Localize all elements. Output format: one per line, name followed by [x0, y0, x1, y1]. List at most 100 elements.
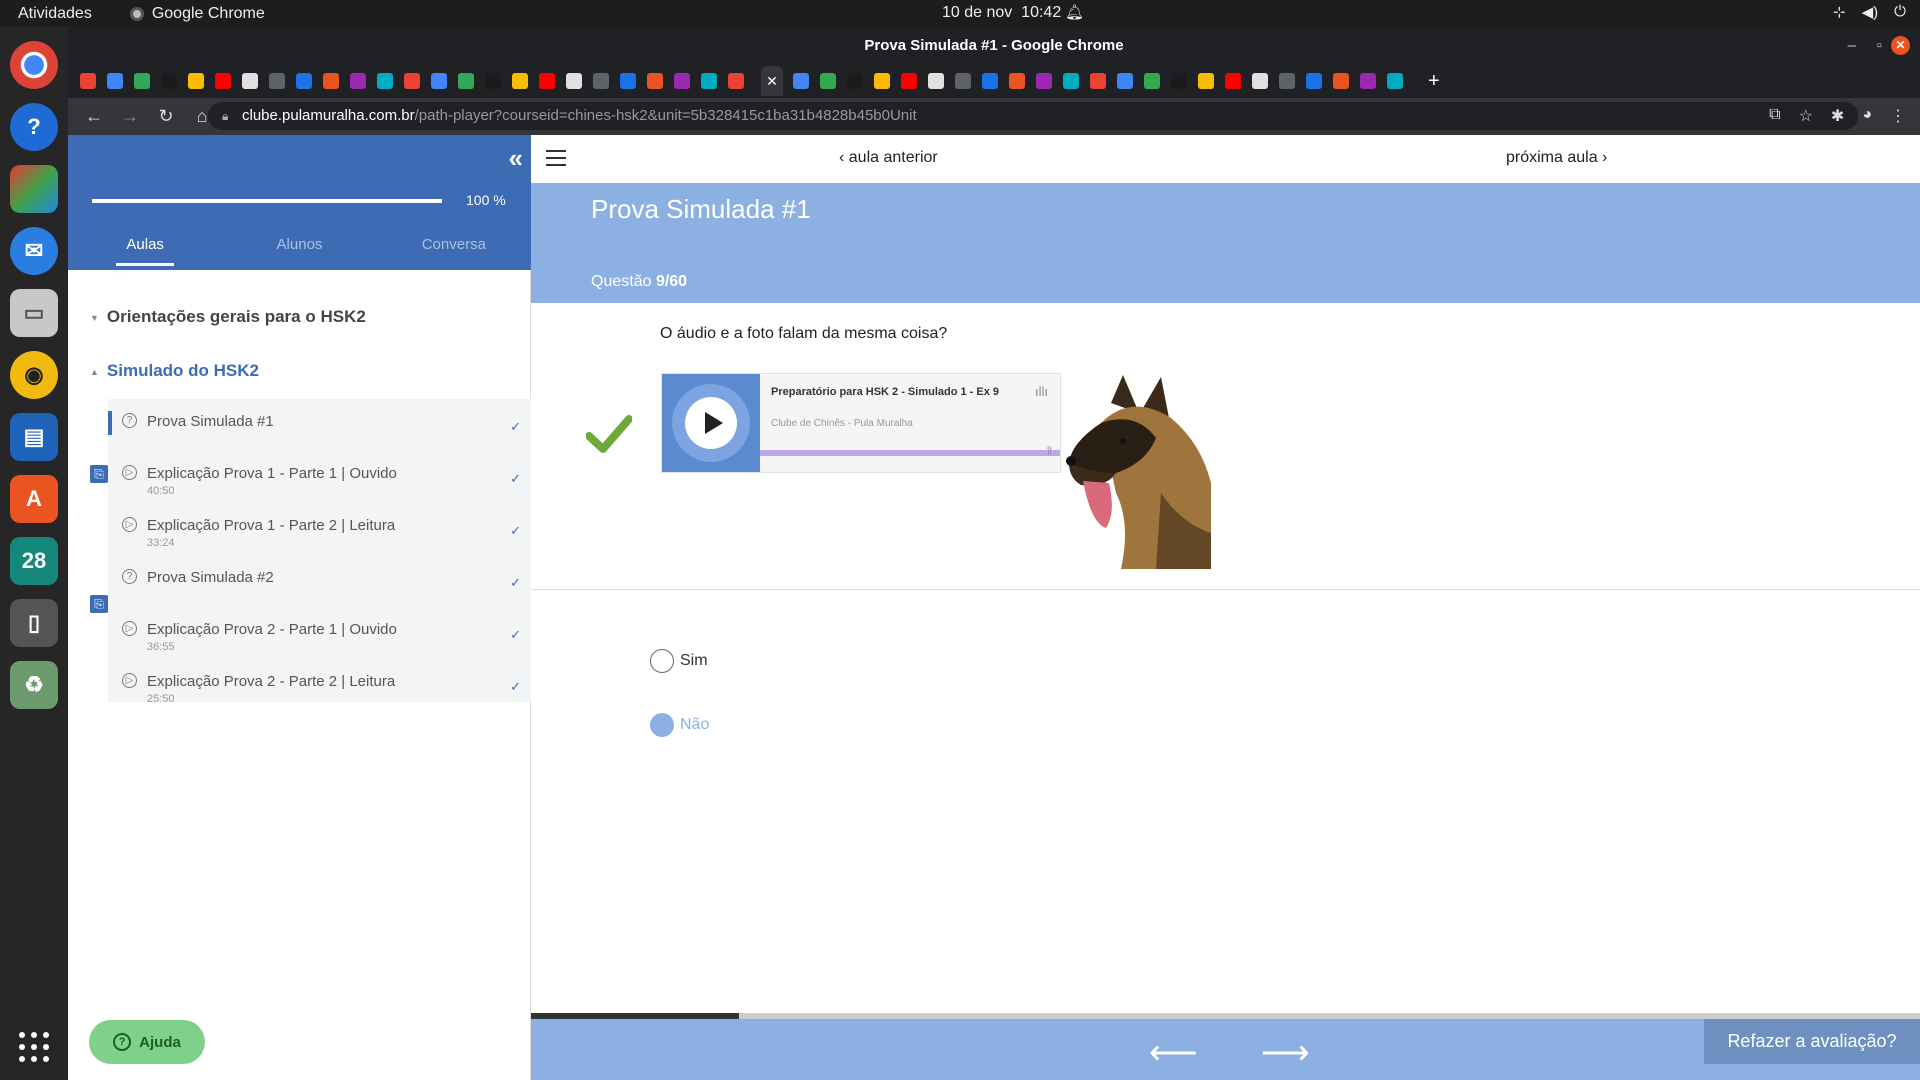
tab-favicon-icon[interactable]	[1306, 73, 1322, 89]
tab-favicon-icon[interactable]	[1117, 73, 1133, 89]
arrow-right-icon[interactable]: ⟶	[1261, 1033, 1310, 1073]
tab-favicon-icon[interactable]	[242, 73, 258, 89]
reload-icon[interactable]: ↻	[156, 106, 176, 127]
tab-favicon-icon[interactable]	[647, 73, 663, 89]
tab-favicon-icon[interactable]	[215, 73, 231, 89]
writer-icon[interactable]: ▤	[10, 413, 58, 461]
tab-favicon-icon[interactable]	[485, 73, 501, 89]
software-center-icon[interactable]: A	[10, 475, 58, 523]
menu-kebab-icon[interactable]: ⋮	[1890, 106, 1906, 126]
active-tab-close-icon[interactable]: ✕	[761, 66, 783, 96]
tab-favicon-icon[interactable]	[847, 73, 863, 89]
activities-button[interactable]: Atividades	[18, 5, 92, 23]
translate-icon[interactable]: ⧉	[1769, 106, 1780, 126]
show-apps-icon[interactable]	[19, 1032, 49, 1062]
tab-favicon-icon[interactable]	[161, 73, 177, 89]
tab-favicon-icon[interactable]	[296, 73, 312, 89]
menu-icon[interactable]	[546, 150, 566, 166]
section-simulado[interactable]: ▲ Simulado do HSK2	[90, 361, 259, 381]
bookmark-star-icon[interactable]: ☆	[1799, 106, 1813, 126]
device-icon[interactable]: ▯	[10, 599, 58, 647]
profile-avatar[interactable]: ◕	[1862, 106, 1872, 126]
tab-favicon-icon[interactable]	[188, 73, 204, 89]
cube-app-icon[interactable]	[10, 165, 58, 213]
tab-favicon-icon[interactable]	[793, 73, 809, 89]
waveform[interactable]	[760, 446, 1060, 456]
app-menu[interactable]: Google Chrome	[129, 5, 265, 23]
trash-icon[interactable]: ♻	[10, 661, 58, 709]
redo-quiz-button[interactable]: Refazer a avaliação?	[1704, 1019, 1920, 1064]
tab-favicon-icon[interactable]	[1171, 73, 1187, 89]
maximize-icon[interactable]: ▫	[1877, 27, 1882, 64]
minimize-icon[interactable]: –	[1848, 27, 1856, 64]
tab-favicon-icon[interactable]	[1387, 73, 1403, 89]
tab-favicon-icon[interactable]	[1009, 73, 1025, 89]
tab-favicon-icon[interactable]	[1333, 73, 1349, 89]
radio-button-selected[interactable]	[650, 713, 674, 737]
tab-favicon-icon[interactable]	[350, 73, 366, 89]
clock[interactable]: 10 de nov 10:42	[942, 4, 1061, 22]
tab-favicon-icon[interactable]	[269, 73, 285, 89]
calendar-icon[interactable]: 28	[10, 537, 58, 585]
tab-favicon-icon[interactable]	[323, 73, 339, 89]
audio-title[interactable]: Preparatório para HSK 2 - Simulado 1 - E…	[771, 386, 999, 398]
tab-favicon-icon[interactable]	[620, 73, 636, 89]
tab-favicon-icon[interactable]	[1360, 73, 1376, 89]
new-tab-icon[interactable]: +	[1428, 70, 1440, 93]
files-icon[interactable]: ▭	[10, 289, 58, 337]
option-nao[interactable]: Não	[650, 713, 709, 737]
play-button[interactable]	[685, 397, 737, 449]
collapse-sidebar-icon[interactable]: «	[509, 143, 523, 174]
tab-favicon-icon[interactable]	[874, 73, 890, 89]
tab-favicon-icon[interactable]	[431, 73, 447, 89]
lesson-item[interactable]: ▷ Explicação Prova 2 - Parte 2 | Leitura 2…	[108, 659, 531, 711]
tab-favicon-icon[interactable]	[404, 73, 420, 89]
tab-favicon-icon[interactable]	[377, 73, 393, 89]
back-icon[interactable]: ←	[84, 106, 104, 127]
attachment-icon[interactable]: ⎘	[90, 465, 108, 483]
tab-favicon-icon[interactable]	[1090, 73, 1106, 89]
tab-favicon-icon[interactable]	[1144, 73, 1160, 89]
tab-favicon-icon[interactable]	[1225, 73, 1241, 89]
tab-favicon-icon[interactable]	[728, 73, 744, 89]
tab-aulas[interactable]: Aulas	[68, 235, 222, 270]
close-icon[interactable]: ✕	[1891, 36, 1910, 55]
tab-alunos[interactable]: Alunos	[222, 235, 376, 270]
lesson-item[interactable]: ? Prova Simulada #2 ✓	[108, 555, 531, 607]
next-lesson-link[interactable]: próxima aula ›	[1506, 149, 1607, 167]
lesson-item[interactable]: ? Prova Simulada #1 ✓	[108, 399, 531, 451]
lesson-item[interactable]: ▷ Explicação Prova 1 - Parte 2 | Leitura 3…	[108, 503, 531, 555]
tab-favicon-icon[interactable]	[512, 73, 528, 89]
tab-favicon-icon[interactable]	[1063, 73, 1079, 89]
help-icon[interactable]: ?	[10, 103, 58, 151]
attachment-icon[interactable]: ⎘	[90, 595, 108, 613]
share-icon[interactable]: ⇪	[1045, 444, 1054, 457]
forward-icon[interactable]: →	[120, 106, 140, 127]
tab-favicon-icon[interactable]	[674, 73, 690, 89]
tab-favicon-icon[interactable]	[701, 73, 717, 89]
tab-favicon-icon[interactable]	[928, 73, 944, 89]
tab-favicon-icon[interactable]	[1198, 73, 1214, 89]
rhythmbox-icon[interactable]: ◉	[10, 351, 58, 399]
extensions-icon[interactable]: ✱	[1831, 106, 1844, 126]
tab-conversa[interactable]: Conversa	[377, 235, 531, 270]
tab-favicon-icon[interactable]	[458, 73, 474, 89]
prev-lesson-link[interactable]: ‹ aula anterior	[839, 149, 938, 167]
tab-favicon-icon[interactable]	[80, 73, 96, 89]
chrome-icon[interactable]	[10, 41, 58, 89]
tab-favicon-icon[interactable]	[539, 73, 555, 89]
tab-favicon-icon[interactable]	[566, 73, 582, 89]
tab-favicon-icon[interactable]	[982, 73, 998, 89]
radio-button[interactable]	[650, 649, 674, 673]
tab-favicon-icon[interactable]	[107, 73, 123, 89]
section-orientacoes[interactable]: ▼ Orientações gerais para o HSK2	[90, 307, 366, 327]
arrow-left-icon[interactable]: ⟵	[1149, 1033, 1198, 1073]
tab-favicon-icon[interactable]	[1036, 73, 1052, 89]
system-tray[interactable]: ⊹ ◀︎) ⏻	[1833, 3, 1906, 21]
tab-favicon-icon[interactable]	[1279, 73, 1295, 89]
soundcloud-icon[interactable]: ıllı	[1035, 384, 1048, 399]
tab-favicon-icon[interactable]	[901, 73, 917, 89]
option-sim[interactable]: Sim	[650, 649, 708, 673]
lesson-item[interactable]: ▷ Explicação Prova 2 - Parte 1 | Ouvido 36…	[108, 607, 531, 659]
lesson-item[interactable]: ▷ Explicação Prova 1 - Parte 1 | Ouvido 40…	[108, 451, 531, 503]
